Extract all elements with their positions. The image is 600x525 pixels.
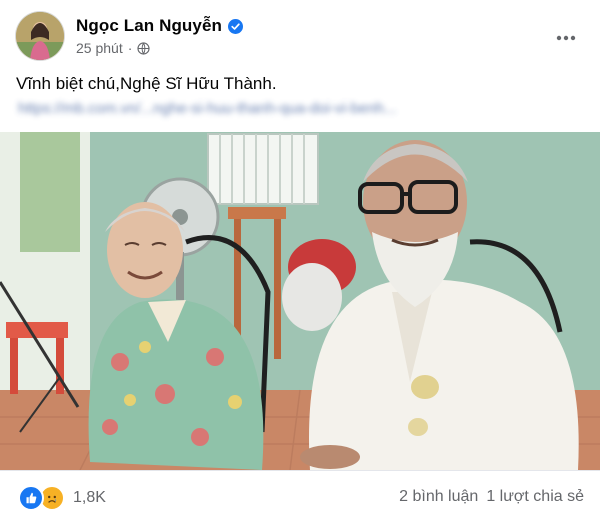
globe-icon[interactable] — [137, 41, 150, 55]
meta-separator: · — [127, 40, 133, 56]
author-avatar[interactable] — [16, 12, 64, 60]
author-row: Ngọc Lan Nguyễn — [76, 16, 244, 36]
post-meta: 25 phút · — [76, 40, 150, 56]
blurred-link[interactable]: https://mb.com.vn/...nghe-si-huu-thanh-q… — [18, 100, 397, 117]
post-photo[interactable] — [0, 132, 600, 470]
post-header: Ngọc Lan Nguyễn 25 phút · — [16, 12, 584, 62]
engagement-stats: 2 bình luận 1 lượt chia sẻ — [399, 488, 584, 506]
more-horizontal-icon — [556, 35, 576, 41]
reaction-count: 1,8K — [73, 489, 106, 506]
author-name[interactable]: Ngọc Lan Nguyễn — [76, 16, 222, 36]
reactions-summary[interactable]: 1,8K — [18, 485, 106, 511]
comments-count-link[interactable]: 2 bình luận — [399, 488, 478, 506]
post-footer: 1,8K 2 bình luận 1 lượt chia sẻ — [0, 470, 600, 525]
post-timestamp[interactable]: 25 phút — [76, 40, 123, 56]
facebook-post: Ngọc Lan Nguyễn 25 phút · Vĩnh biệt chú,… — [0, 0, 600, 524]
shares-count-link[interactable]: 1 lượt chia sẻ — [486, 488, 584, 506]
post-caption: Vĩnh biệt chú,Nghệ Sĩ Hữu Thành. — [16, 74, 277, 93]
verified-badge-icon — [228, 18, 244, 34]
like-icon — [18, 485, 44, 511]
more-options-button[interactable] — [548, 20, 584, 56]
